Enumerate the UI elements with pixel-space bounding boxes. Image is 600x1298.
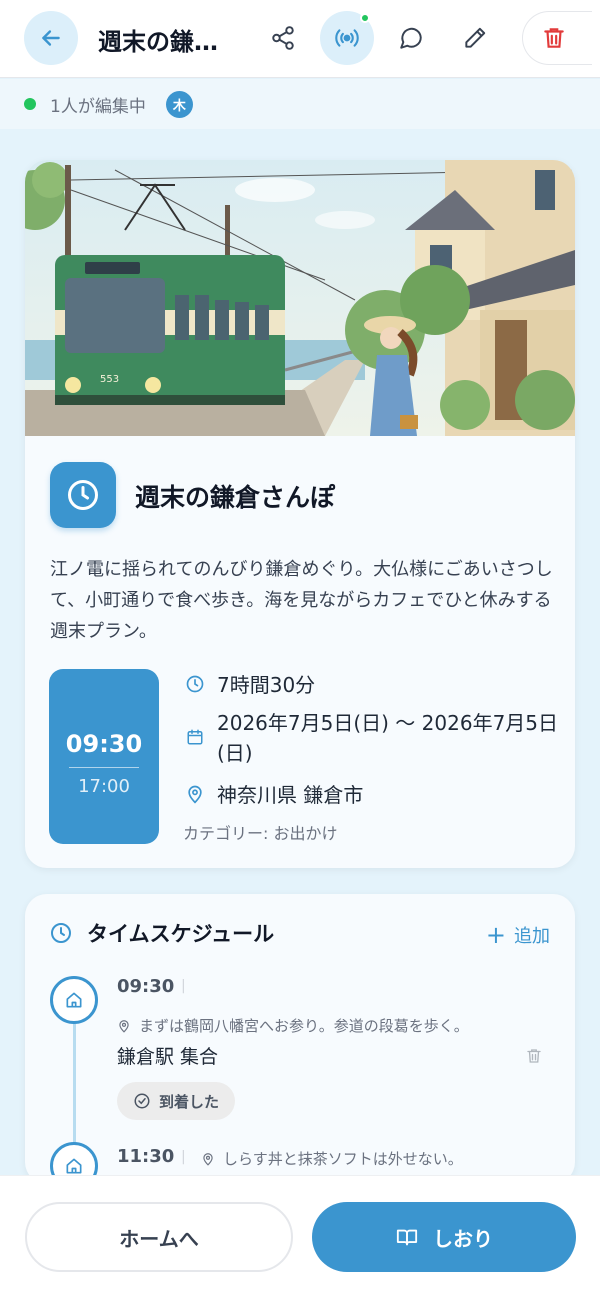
time-separator: | xyxy=(181,1149,186,1165)
broadcast-icon xyxy=(335,29,359,47)
map-pin-icon xyxy=(201,1151,215,1167)
guide-button[interactable]: しおり xyxy=(312,1202,576,1272)
schedule-header: タイムスケジュール xyxy=(49,918,274,948)
book-icon xyxy=(395,1226,419,1248)
check-circle-icon xyxy=(133,1092,151,1110)
end-time: 17:00 xyxy=(78,776,130,797)
live-status-dot xyxy=(360,13,370,23)
map-pin-icon xyxy=(183,780,207,805)
event-note: まずは鶴岡八幡宮へお参り。参道の段葛を歩く。 xyxy=(117,1015,469,1036)
back-button[interactable] xyxy=(24,11,78,65)
comment-button[interactable] xyxy=(384,11,438,65)
clock-icon xyxy=(183,670,207,694)
app-header: 週末の鎌… xyxy=(0,0,600,78)
start-time: 09:30 xyxy=(65,730,143,758)
event-note-text: まずは鶴岡八幡宮へお参り。参道の段葛を歩く。 xyxy=(139,1017,469,1035)
time-separator: | xyxy=(181,978,186,994)
clock-icon xyxy=(51,923,71,943)
home-icon xyxy=(66,992,82,1008)
avatar[interactable]: 木 xyxy=(165,90,193,118)
delete-button[interactable] xyxy=(522,11,592,65)
location-row: 神奈川県 鎌倉市 xyxy=(183,780,363,810)
share-icon xyxy=(272,26,294,50)
share-button[interactable] xyxy=(256,11,310,65)
add-label: 追加 xyxy=(514,926,550,947)
comment-icon xyxy=(400,27,422,49)
delete-event-button[interactable] xyxy=(525,1046,543,1070)
dates-text: 2026年7月5日(日) 〜 2026年7月5日(日) xyxy=(217,711,559,765)
edit-button[interactable] xyxy=(448,11,502,65)
timeline-node xyxy=(50,976,98,1024)
trash-icon xyxy=(544,28,564,48)
plan-card: 553 週末の鎌倉さんぽ 江ノ電に揺られてのんびり鎌倉めぐり。大仏様にごあいさつ… xyxy=(25,160,575,868)
presence-bar: 1人が編集中 木 xyxy=(0,79,600,129)
schedule-title: タイムスケジュール xyxy=(87,922,275,946)
plan-description: 江ノ電に揺られてのんびり鎌倉めぐり。大仏様にごあいさつして、小町通りで食べ歩き。… xyxy=(50,559,553,642)
home-button[interactable]: ホームへ xyxy=(25,1202,293,1272)
event-note: しらす丼と抹茶ソフトは外せない。 xyxy=(201,1148,463,1169)
online-status-dot xyxy=(24,98,36,110)
home-button-label: ホームへ xyxy=(119,1226,199,1251)
hero-image: 553 xyxy=(25,160,575,436)
arrived-label: 到着した xyxy=(159,1092,220,1111)
bottom-action-bar: ホームへ しおり xyxy=(0,1175,600,1298)
plus-icon: + xyxy=(485,921,506,949)
category-label: カテゴリー: お出かけ xyxy=(183,824,338,843)
guide-button-label: しおり xyxy=(433,1226,493,1251)
duration-text: 7時間30分 xyxy=(217,673,316,697)
trash-icon xyxy=(527,1049,541,1063)
duration-row: 7時間30分 xyxy=(183,670,315,700)
calendar-icon xyxy=(183,708,207,746)
arrow-left-icon xyxy=(42,30,60,46)
page-title: 週末の鎌… xyxy=(98,28,218,56)
pencil-icon xyxy=(465,27,486,48)
timeline-line xyxy=(73,1024,76,1144)
arrived-button[interactable]: 到着した xyxy=(117,1082,236,1120)
tram-number-label: 553 xyxy=(100,374,119,385)
dates-row: 2026年7月5日(日) 〜 2026年7月5日(日) xyxy=(183,708,572,768)
event-time: 11:30 xyxy=(117,1146,175,1167)
event-note-text: しらす丼と抹茶ソフトは外せない。 xyxy=(223,1150,463,1168)
clock-icon xyxy=(68,480,98,510)
plan-clock-badge xyxy=(50,462,116,528)
time-range-block: 09:30 17:00 xyxy=(49,669,159,844)
schedule-card: タイムスケジュール + 追加 09:30 | まずは鶴岡八幡宮へお参り。参道の段… xyxy=(25,894,575,1184)
event-name: 鎌倉駅 集合 xyxy=(117,1046,219,1068)
plan-title: 週末の鎌倉さんぽ xyxy=(135,483,336,512)
map-pin-icon xyxy=(117,1018,131,1034)
add-schedule-button[interactable]: + 追加 xyxy=(486,922,550,948)
live-edit-button[interactable] xyxy=(320,11,374,65)
location-text: 神奈川県 鎌倉市 xyxy=(217,783,364,807)
editing-count: 1人が編集中 xyxy=(50,96,146,117)
home-icon xyxy=(66,1158,82,1174)
time-divider xyxy=(69,767,139,768)
event-time: 09:30 xyxy=(117,976,175,997)
